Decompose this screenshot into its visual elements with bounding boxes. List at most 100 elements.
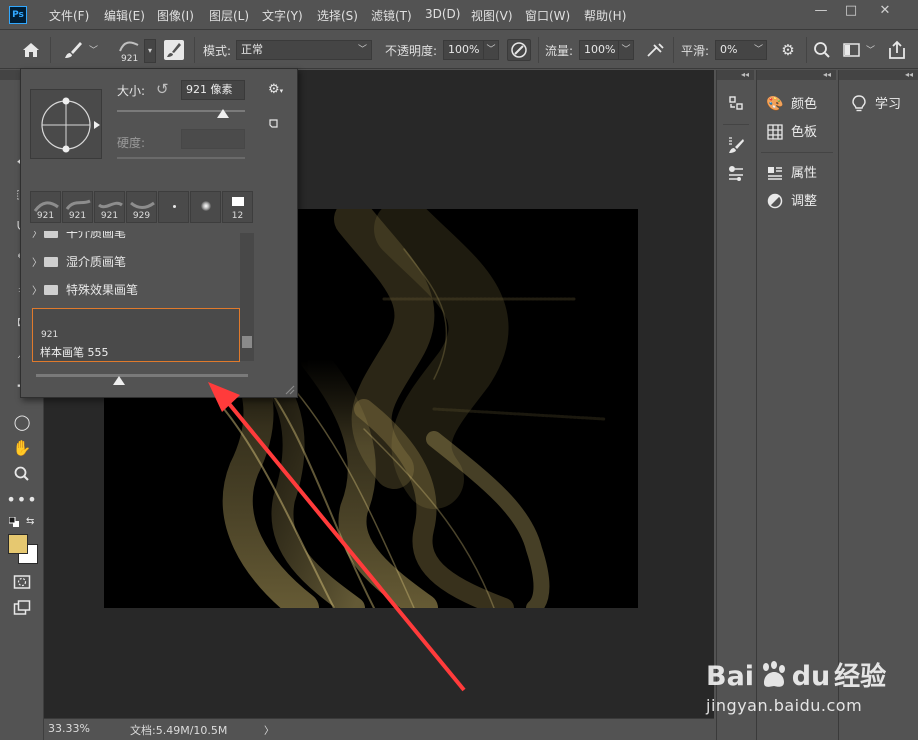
opacity-label: 不透明度:	[385, 44, 438, 58]
opacity-dropdown-icon[interactable]: ﹀	[483, 40, 499, 60]
zoom-tool-icon[interactable]	[0, 462, 44, 486]
swap-colors-icon[interactable]: ⇆	[26, 516, 34, 527]
hardness-slider-track	[117, 157, 245, 159]
share-icon[interactable]	[886, 39, 908, 61]
home-icon[interactable]	[20, 39, 42, 61]
swatches-panel-tab[interactable]: 色板	[765, 118, 817, 146]
ellipse-tool-icon[interactable]: ◯	[0, 410, 44, 434]
hand-tool-icon[interactable]: ✋	[0, 436, 44, 460]
clone-source-panel-icon[interactable]	[717, 160, 755, 186]
chevron-down-icon[interactable]: ﹀	[89, 43, 98, 56]
preview-size-slider-track[interactable]	[36, 374, 248, 377]
pressure-opacity-icon[interactable]	[507, 39, 531, 61]
menu-filter[interactable]: 滤镜(T)	[371, 7, 412, 24]
brush-tool-icon[interactable]	[62, 39, 84, 61]
workspace-layout-icon[interactable]	[842, 41, 862, 59]
adjustments-panel-tab[interactable]: 调整	[765, 187, 817, 215]
learn-panel-tab[interactable]: 学习	[849, 90, 901, 118]
resize-grip-icon[interactable]	[283, 383, 295, 395]
brush-preset-picker-panel: 大小: ↺ 921 像素 ⚙▾ 硬度: 921 921 921 929 12 〉…	[20, 68, 298, 398]
dock-collapse-icon[interactable]: ◂◂	[839, 70, 918, 80]
menu-image[interactable]: 图像(I)	[157, 7, 194, 24]
panel-settings-gear-icon[interactable]: ⚙▾	[268, 82, 283, 97]
menu-help[interactable]: 帮助(H)	[584, 7, 626, 24]
foreground-color-swatch[interactable]	[8, 534, 28, 554]
smoothing-input[interactable]: 0% ﹀	[715, 40, 767, 60]
menu-layer[interactable]: 图层(L)	[209, 7, 249, 24]
screen-mode-icon[interactable]	[0, 596, 44, 620]
airbrush-icon[interactable]	[644, 40, 666, 60]
maximize-button[interactable]: □	[834, 0, 868, 24]
dock-collapse-icon[interactable]: ◂◂	[757, 70, 836, 80]
hardness-label: 硬度:	[117, 136, 146, 150]
brush-settings-panel-icon[interactable]	[717, 132, 755, 158]
options-bar: ﹀ 921 ▾ 模式: 正常 ﹀ 不透明度: 100% ﹀ 流量: 100% ﹀…	[0, 31, 918, 69]
preview-expand-arrow-icon[interactable]	[94, 121, 100, 129]
brush-preset-thumbnail[interactable]: 929	[126, 191, 157, 223]
menu-window[interactable]: 窗口(W)	[525, 7, 570, 24]
smoothing-label: 平滑:	[681, 44, 710, 58]
hard-dot-icon	[173, 205, 176, 208]
brush-preset-thumbnail[interactable]	[190, 191, 221, 223]
menu-bar: Ps 文件(F) 编辑(E) 图像(I) 图层(L) 文字(Y) 选择(S) 滤…	[0, 0, 918, 30]
brush-preset-thumbnail[interactable]: 921	[94, 191, 125, 223]
menu-select[interactable]: 选择(S)	[317, 7, 358, 24]
selected-brush-name: 样本画笔 555	[40, 346, 109, 359]
menu-file[interactable]: 文件(F)	[49, 7, 89, 24]
size-input[interactable]: 921 像素	[181, 80, 245, 100]
chevron-right-icon: 〉	[32, 286, 42, 297]
status-bar: 33.33% 文档:5.49M/10.5M 〉	[44, 718, 714, 740]
learn-panel-label: 学习	[875, 97, 902, 112]
smoothing-value: 0%	[720, 43, 738, 56]
zoom-level[interactable]: 33.33%	[48, 722, 90, 735]
mode-select[interactable]: 正常 ﹀	[236, 40, 372, 60]
properties-panel-tab[interactable]: 属性	[765, 159, 817, 187]
size-slider-thumb[interactable]	[217, 109, 230, 118]
flow-label: 流量:	[545, 44, 574, 58]
brush-preset-picker[interactable]: 921 ▾	[112, 39, 156, 64]
close-button[interactable]: ✕	[868, 0, 902, 24]
reset-size-icon[interactable]: ↺	[156, 80, 169, 98]
brush-preset-thumbnail[interactable]: 921	[30, 191, 61, 223]
document-size-info: 文档:5.49M/10.5M	[130, 724, 228, 737]
dock-panel-column: ◂◂ 🎨 颜色 色板 属性 调整	[756, 70, 836, 740]
palette-icon: 🎨	[766, 96, 784, 112]
new-preset-icon[interactable]	[267, 117, 279, 129]
menu-view[interactable]: 视图(V)	[471, 7, 513, 24]
chevron-down-icon[interactable]: ﹀	[866, 43, 875, 56]
brush-preset-thumbnail[interactable]	[158, 191, 189, 223]
menu-edit[interactable]: 编辑(E)	[104, 7, 145, 24]
minimize-button[interactable]: —	[804, 0, 838, 24]
brush-folder-wet-media[interactable]: 〉湿介质画笔	[32, 248, 238, 276]
smoothing-options-gear-icon[interactable]: ⚙	[779, 41, 797, 59]
learn-panel-column: ◂◂ 学习	[838, 70, 918, 740]
more-tools-icon[interactable]: •••	[0, 488, 44, 512]
quick-mask-icon[interactable]	[0, 570, 44, 594]
search-icon[interactable]	[812, 40, 832, 60]
properties-icon	[765, 159, 785, 187]
menu-type[interactable]: 文字(Y)	[262, 7, 303, 24]
status-menu-arrow-icon[interactable]: 〉	[264, 722, 274, 737]
brush-preset-thumbnail[interactable]: 12	[222, 191, 253, 223]
default-colors-icon[interactable]	[8, 516, 19, 527]
history-panel-icon[interactable]	[717, 90, 755, 116]
color-panel-tab[interactable]: 🎨 颜色	[765, 90, 817, 118]
mode-value: 正常	[241, 43, 263, 56]
brush-preset-thumbnail[interactable]: 921	[62, 191, 93, 223]
chevron-down-icon: ﹀	[753, 45, 763, 55]
soft-dot-icon	[201, 201, 211, 211]
brush-list-scrollbar-thumb[interactable]	[242, 336, 252, 348]
opacity-input[interactable]: 100%	[443, 40, 485, 60]
dock-collapse-icon[interactable]: ◂◂	[717, 70, 754, 80]
brush-folder-special-effects[interactable]: 〉特殊效果画笔	[32, 276, 238, 304]
grid-icon	[765, 118, 785, 146]
flow-input[interactable]: 100%	[579, 40, 621, 60]
brush-settings-panel-toggle-icon[interactable]	[164, 40, 184, 60]
preview-size-slider-thumb[interactable]	[112, 376, 125, 385]
menu-3d[interactable]: 3D(D)	[425, 7, 460, 21]
brush-folder-dry-media[interactable]: 〉干介质画笔	[32, 231, 238, 247]
hardness-input	[181, 129, 245, 149]
flow-dropdown-icon[interactable]: ﹀	[618, 40, 634, 60]
folder-icon	[44, 256, 58, 267]
selected-brush-preset[interactable]: 921 样本画笔 555	[32, 308, 240, 362]
